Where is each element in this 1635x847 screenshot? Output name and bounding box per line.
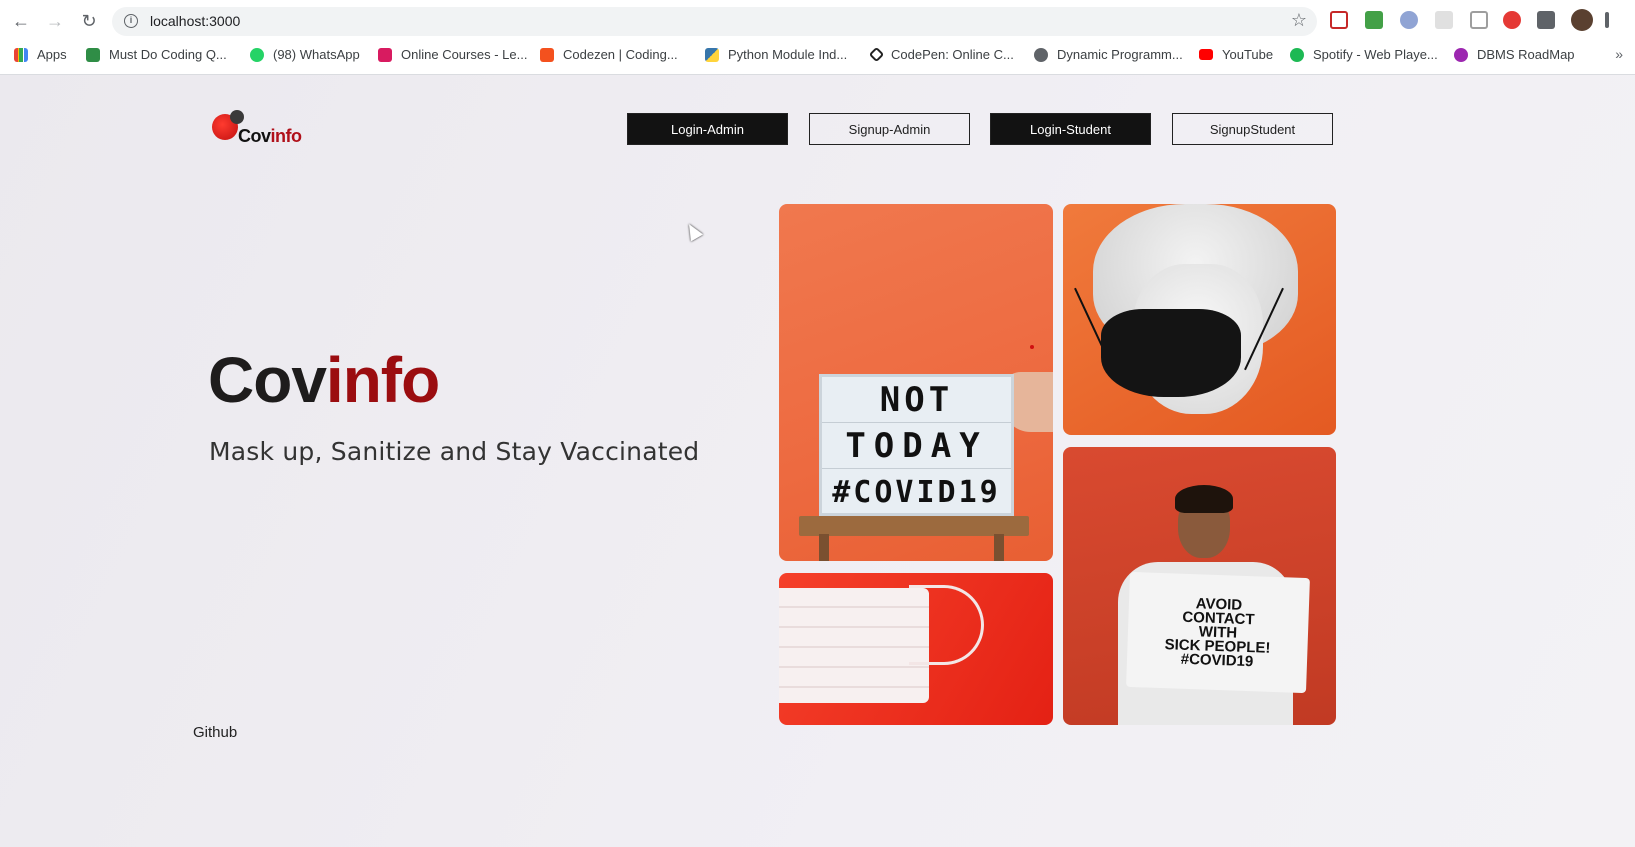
site-info-icon[interactable]: i [124,14,138,28]
geeksforgeeks-icon [86,47,100,62]
bookmark-whatsapp[interactable]: (98) WhatsApp [250,47,360,62]
extension-reader-icon[interactable] [1470,11,1488,29]
spotify-icon [1290,47,1304,62]
stool [799,516,1029,536]
bookmark-label: Codezen | Coding... [563,47,678,62]
extension-grey-icon[interactable] [1435,11,1453,29]
python-icon [705,47,719,62]
bookmark-codepen[interactable]: CodePen: Online C... [868,46,1014,63]
bookmark-dbms-roadmap[interactable]: DBMS RoadMap [1454,47,1575,62]
not-today-covid-image: NOT TODAY #COVID19 [779,204,1053,561]
extension-download-icon[interactable] [1365,11,1383,29]
bookmark-codezen[interactable]: Codezen | Coding... [540,47,678,62]
bookmark-label: Must Do Coding Q... [109,47,227,62]
board-line: #COVID19 [832,474,1001,510]
hero-subtitle: Mask up, Sanitize and Stay Vaccinated [209,437,700,466]
signup-admin-button[interactable]: Signup-Admin [809,113,970,145]
whatsapp-icon [250,47,264,62]
bookmark-label: Apps [37,47,67,62]
hero-title-red: info [325,344,440,416]
hero-title: Covinfo [208,343,440,417]
address-bar[interactable]: i localhost:3000 ☆ [112,7,1317,36]
logo-text-red: info [270,126,303,146]
bookmark-apps[interactable]: Apps [14,47,67,62]
surgical-mask-image [779,573,1053,725]
bookmark-label: Spotify - Web Playe... [1313,47,1438,62]
extension-pocket-icon[interactable] [1330,11,1348,29]
page: Covinfo Login-Admin Signup-Admin Login-S… [0,75,1635,847]
bookmarks-bar: Apps Must Do Coding Q... (98) WhatsApp O… [0,44,1635,68]
avoid-contact-sign: AVOID CONTACT WITH SICK PEOPLE! #COVID19 [1126,571,1310,694]
bookmark-python-module[interactable]: Python Module Ind... [705,47,847,62]
letter-board: NOT TODAY #COVID19 [819,374,1014,516]
bookmark-label: CodePen: Online C... [891,47,1014,62]
logo-text: Covinfo [238,126,302,147]
bookmark-label: Python Module Ind... [728,47,848,62]
bookmark-dynamic-programming[interactable]: Dynamic Programm... [1034,47,1183,62]
board-line: NOT [822,377,1011,423]
signup-student-button[interactable]: SignupStudent [1172,113,1333,145]
menu-kebab-icon[interactable] [1605,12,1609,28]
extension-blue-icon[interactable] [1400,11,1418,29]
mouse-cursor [682,220,704,242]
stool-leg [994,534,1004,561]
man-hair [1175,485,1233,513]
masked-bust-image [1063,204,1336,435]
bookmark-star-icon[interactable]: ☆ [1291,10,1307,31]
bookmark-label: DBMS RoadMap [1477,47,1575,62]
stool-leg [819,534,829,561]
bookmark-must-do-coding[interactable]: Must Do Coding Q... [86,47,227,62]
back-icon[interactable]: ← [9,9,33,33]
ear-loop [909,585,984,665]
youtube-icon [1199,49,1213,60]
black-face-mask [1101,309,1241,397]
profile-avatar[interactable] [1571,9,1593,31]
globe-icon [1034,47,1048,62]
github-link[interactable]: Github [193,724,237,741]
url-text: localhost:3000 [150,13,241,29]
forward-icon[interactable]: → [43,9,67,33]
extension-adblock-icon[interactable] [1503,11,1521,29]
bookmark-label: Online Courses - Le... [401,47,528,62]
board-line: TODAY [822,423,1011,469]
extensions-puzzle-icon[interactable] [1537,11,1555,29]
login-admin-button[interactable]: Login-Admin [627,113,788,145]
surgical-mask [779,588,929,703]
bookmark-youtube[interactable]: YouTube [1199,47,1273,62]
bookmarks-more-icon[interactable]: » [1615,46,1623,62]
bookmark-label: Dynamic Programm... [1057,47,1183,62]
red-dot [1030,345,1034,349]
dbms-roadmap-icon [1454,47,1468,62]
apps-grid-icon [14,47,28,62]
bookmark-online-courses[interactable]: Online Courses - Le... [378,47,527,62]
bookmark-label: (98) WhatsApp [273,47,360,62]
login-student-button[interactable]: Login-Student [990,113,1151,145]
logo-text-dark: Cov [238,126,271,146]
bookmark-label: YouTube [1222,47,1274,62]
udemy-icon [378,47,392,62]
codepen-icon [868,46,885,63]
avoid-contact-sign-image: AVOID CONTACT WITH SICK PEOPLE! #COVID19 [1063,447,1336,725]
bookmark-spotify[interactable]: Spotify - Web Playe... [1290,47,1438,62]
hero-title-dark: Cov [208,344,327,416]
virus-small-icon [230,110,244,124]
browser-chrome: ← → ↻ i localhost:3000 ☆ Apps Must Do Co… [0,0,1635,75]
reload-icon[interactable]: ↻ [77,9,101,33]
codezen-icon [540,47,554,62]
covinfo-logo[interactable]: Covinfo [210,110,302,150]
